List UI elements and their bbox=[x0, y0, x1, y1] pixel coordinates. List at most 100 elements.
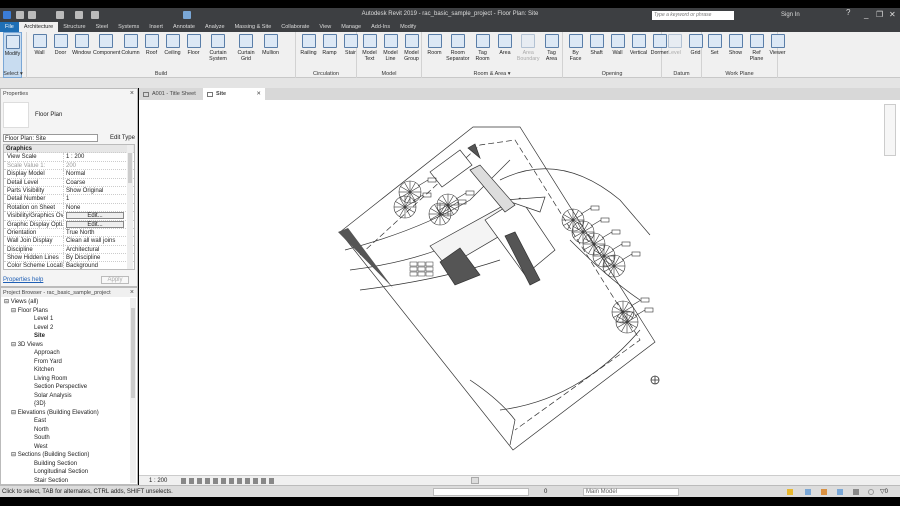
view-tab-label: A001 - Title Sheet bbox=[152, 91, 196, 97]
select-pinned-icon[interactable] bbox=[821, 489, 827, 495]
tab-systems[interactable]: Systems bbox=[113, 22, 144, 32]
tree-item[interactable]: Section Perspective bbox=[4, 383, 137, 392]
sign-in-button[interactable]: Sign In bbox=[781, 12, 800, 18]
tab-analyze[interactable]: Analyze bbox=[200, 22, 230, 32]
tree-item[interactable]: Approach bbox=[4, 349, 137, 358]
tree-item[interactable]: Stair Section bbox=[4, 477, 137, 486]
properties-scrollbar[interactable] bbox=[127, 145, 133, 269]
tree-item[interactable]: Site bbox=[4, 332, 137, 341]
minimize-icon[interactable]: _ bbox=[864, 10, 868, 19]
tree-item[interactable]: ⊟ Elevations (Building Elevation) bbox=[4, 409, 137, 418]
button-label: Tag Area bbox=[545, 50, 558, 62]
tree-item[interactable]: ⊟ 3D Views bbox=[4, 341, 137, 350]
panel-label[interactable]: Room & Area ▾ bbox=[422, 71, 562, 77]
edit-type-button[interactable]: Edit Type bbox=[110, 135, 135, 141]
tree-item-label: Longitudinal Section bbox=[34, 469, 89, 475]
type-selector[interactable]: Floor Plan bbox=[3, 98, 135, 132]
site-wedge bbox=[338, 228, 393, 288]
tab-view[interactable]: View bbox=[314, 22, 336, 32]
tree-item-label: Solar Analysis bbox=[34, 392, 72, 399]
tab-structure[interactable]: Structure bbox=[58, 22, 90, 32]
help-icon[interactable]: ? bbox=[846, 8, 850, 17]
edit-button[interactable]: Edit... bbox=[66, 220, 124, 228]
drawing-area[interactable]: A001 - Title Sheet Site ✕ 1 : 200 bbox=[139, 88, 900, 485]
group-graphics[interactable]: Graphics bbox=[4, 145, 32, 152]
tree-item[interactable]: Kitchen bbox=[4, 366, 137, 375]
navigation-bar[interactable] bbox=[884, 104, 896, 156]
property-value[interactable]: 1 bbox=[64, 195, 134, 202]
property-value[interactable]: Background bbox=[64, 262, 134, 269]
panel-label[interactable]: Select ▾ bbox=[0, 71, 26, 77]
tab-add-ins[interactable]: Add-Ins bbox=[366, 22, 395, 32]
property-value[interactable]: Edit... bbox=[64, 220, 134, 228]
filter-icon[interactable]: ▽0 bbox=[880, 488, 888, 495]
drag-elements-icon[interactable] bbox=[853, 489, 859, 495]
tab-file[interactable]: File bbox=[0, 22, 19, 32]
tree-item[interactable]: Building Section bbox=[4, 460, 137, 469]
close-icon[interactable]: ✕ bbox=[256, 91, 261, 97]
property-value[interactable]: Normal bbox=[64, 170, 134, 177]
tree-item[interactable]: From Yard bbox=[4, 358, 137, 367]
apply-button[interactable]: Apply bbox=[101, 276, 129, 284]
search-input[interactable]: Type a keyword or phrase bbox=[652, 11, 734, 20]
design-option-dropdown[interactable]: Main Model bbox=[583, 488, 679, 496]
tab-manage[interactable]: Manage bbox=[336, 22, 366, 32]
view-tab-title-sheet[interactable]: A001 - Title Sheet bbox=[139, 88, 203, 100]
tree-item[interactable]: East bbox=[4, 417, 137, 426]
select-underlay-icon[interactable] bbox=[805, 489, 811, 495]
tree-item[interactable]: West bbox=[4, 443, 137, 452]
tab-massing-site[interactable]: Massing & Site bbox=[230, 22, 277, 32]
tab-insert[interactable]: Insert bbox=[144, 22, 168, 32]
property-value[interactable]: Edit... bbox=[64, 212, 134, 220]
tab-architecture[interactable]: Architecture bbox=[18, 22, 59, 32]
instance-filter-dropdown[interactable]: Floor Plan: Site bbox=[3, 134, 98, 142]
property-value[interactable]: True North bbox=[64, 229, 134, 236]
tree-item[interactable]: Longitudinal Section bbox=[4, 468, 137, 477]
property-value[interactable]: 200 bbox=[64, 162, 134, 169]
button-label: Tag Room bbox=[475, 50, 490, 62]
tab-modify[interactable]: Modify bbox=[395, 22, 421, 32]
workset-dropdown[interactable] bbox=[433, 488, 529, 496]
property-value[interactable]: Show Original bbox=[64, 187, 134, 194]
view-control-icons[interactable] bbox=[181, 477, 277, 484]
tree-item[interactable]: North bbox=[4, 426, 137, 435]
browser-scrollbar[interactable] bbox=[130, 298, 136, 483]
restore-icon[interactable]: ❐ bbox=[876, 10, 883, 19]
close-icon[interactable]: ✕ bbox=[889, 10, 896, 19]
tab-collaborate[interactable]: Collaborate bbox=[276, 22, 314, 32]
level-icon bbox=[667, 34, 682, 48]
property-row: Color Scheme Location Background bbox=[4, 262, 134, 269]
tree-item[interactable]: Solar Analysis bbox=[4, 392, 137, 401]
select-by-face-icon[interactable] bbox=[837, 489, 843, 495]
tree-item[interactable]: ⊟ Sections (Building Section) bbox=[4, 451, 137, 460]
property-value[interactable]: None bbox=[64, 204, 134, 211]
property-value[interactable]: Coarse bbox=[64, 179, 134, 186]
window-title: Autodesk Revit 2019 - rac_basic_sample_p… bbox=[361, 11, 539, 17]
property-value[interactable]: 1 : 200 bbox=[64, 153, 134, 160]
button-label: Door bbox=[54, 50, 67, 56]
button-label: Modify bbox=[4, 51, 21, 57]
edit-button[interactable]: Edit... bbox=[66, 212, 124, 220]
view-scale[interactable]: 1 : 200 bbox=[149, 478, 167, 484]
selection-link-icon[interactable] bbox=[787, 489, 793, 495]
close-icon[interactable]: × bbox=[130, 90, 134, 97]
tab-steel[interactable]: Steel bbox=[91, 22, 114, 32]
close-icon[interactable]: × bbox=[130, 289, 134, 296]
tree-item[interactable]: Level 1 bbox=[4, 315, 137, 324]
tab-annotate[interactable]: Annotate bbox=[168, 22, 200, 32]
tree-item[interactable]: Living Room bbox=[4, 375, 137, 384]
tree-item[interactable]: ⊟ Views (all) bbox=[4, 298, 137, 307]
property-value[interactable]: By Discipline bbox=[64, 254, 134, 261]
site-plan-drawing[interactable] bbox=[139, 100, 900, 473]
properties-help-link[interactable]: Properties help bbox=[3, 277, 43, 283]
tree-item-label: East bbox=[34, 418, 47, 424]
horizontal-scrollbar[interactable] bbox=[471, 477, 480, 484]
tree-item[interactable]: Level 2 bbox=[4, 324, 137, 333]
property-value[interactable]: Architectural bbox=[64, 246, 134, 253]
tree-item[interactable]: South bbox=[4, 434, 137, 443]
tree-item[interactable]: ⊟ Floor Plans bbox=[4, 307, 137, 316]
background-process-icon[interactable] bbox=[868, 489, 874, 495]
property-value[interactable]: Clean all wall joins bbox=[64, 237, 134, 244]
tree-item[interactable]: {3D} bbox=[4, 400, 137, 409]
view-tab-site[interactable]: Site ✕ bbox=[203, 88, 265, 100]
